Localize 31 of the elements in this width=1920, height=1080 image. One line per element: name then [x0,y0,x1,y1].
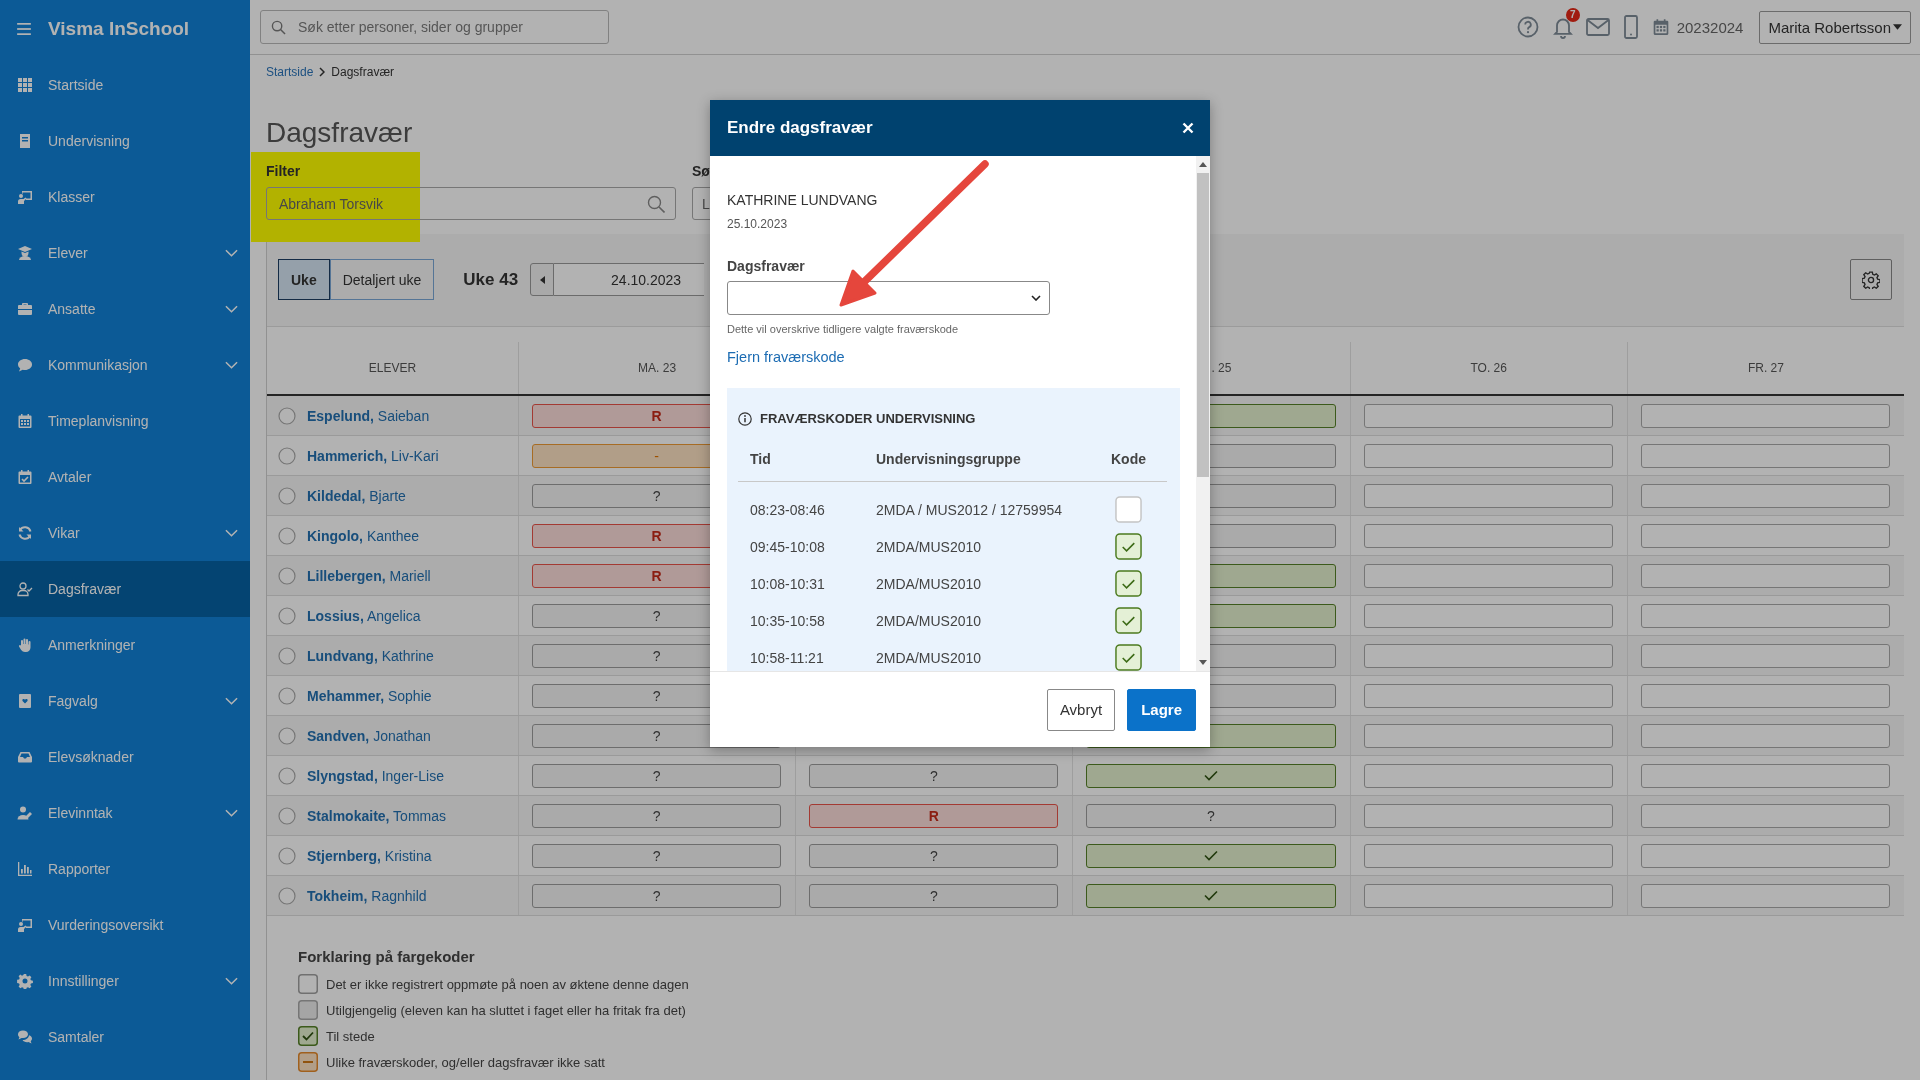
column-header: TO. 26 [1470,361,1507,375]
column-header: MA. 23 [638,361,677,375]
student-name: KATHRINE LUNDVANG [727,191,879,209]
column-header: ELEVER [368,361,417,375]
dialog-title: Endre dagsfravær [727,118,873,138]
date-text: 25.10.2023 [727,216,789,232]
group-text: 2MDA/MUS2010 [875,575,983,592]
legend-text: Ulike fraværskoder, og/eller dagsfravær ikke satt [326,1054,605,1070]
field-label: Filter [266,162,302,180]
week-label: Uke 43 [463,269,519,290]
page-title: Dagsfravær [266,116,413,150]
helper-text: Dette vil overskrive tidligere valgte fraværskode [727,322,960,336]
column-header: Kode [1110,450,1147,469]
column-header: . 25 [1211,361,1232,375]
field-label: Sø [692,162,711,180]
group-text: 2MDA/MUS2010 [875,649,983,666]
app-title: Visma InSchool [48,17,190,40]
group-text: 2MDA/MUS2010 [875,612,983,629]
field-label: Dagsfravær [727,257,806,275]
breadcrumb-current: Dagsfravær [331,65,395,79]
group-text: 2MDA / MUS2012 / 12759954 [875,501,1063,518]
column-header: Undervisningsgruppe [875,450,1022,469]
school-year: 20232024 [1676,18,1744,36]
column-header: Tid [749,450,772,469]
legend-title: Forklaring på fargekoder [298,947,476,967]
column-header: FR. 27 [1747,361,1784,375]
notification-count: 7 [1565,8,1580,22]
legend-text: Til stede [326,1028,375,1044]
group-text: 2MDA/MUS2010 [875,538,983,555]
legend-text: Det er ikke registrert oppmøte på noen av øktene denne dagen [326,976,689,992]
legend-text: Utilgjengelig (eleven kan ha sluttet i faget eller ha fritak fra det) [326,1002,686,1018]
